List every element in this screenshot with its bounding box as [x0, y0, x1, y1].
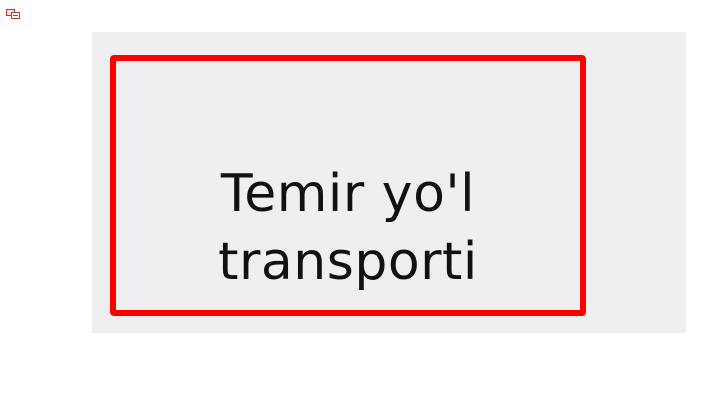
card-title: Temir yo'l transporti	[110, 160, 586, 296]
card-title-line-2: transporti	[218, 232, 478, 292]
translate-icon[interactable]	[6, 4, 20, 19]
page: Temir yo'l transporti	[0, 0, 720, 406]
card-title-line-1: Temir yo'l	[220, 164, 476, 224]
